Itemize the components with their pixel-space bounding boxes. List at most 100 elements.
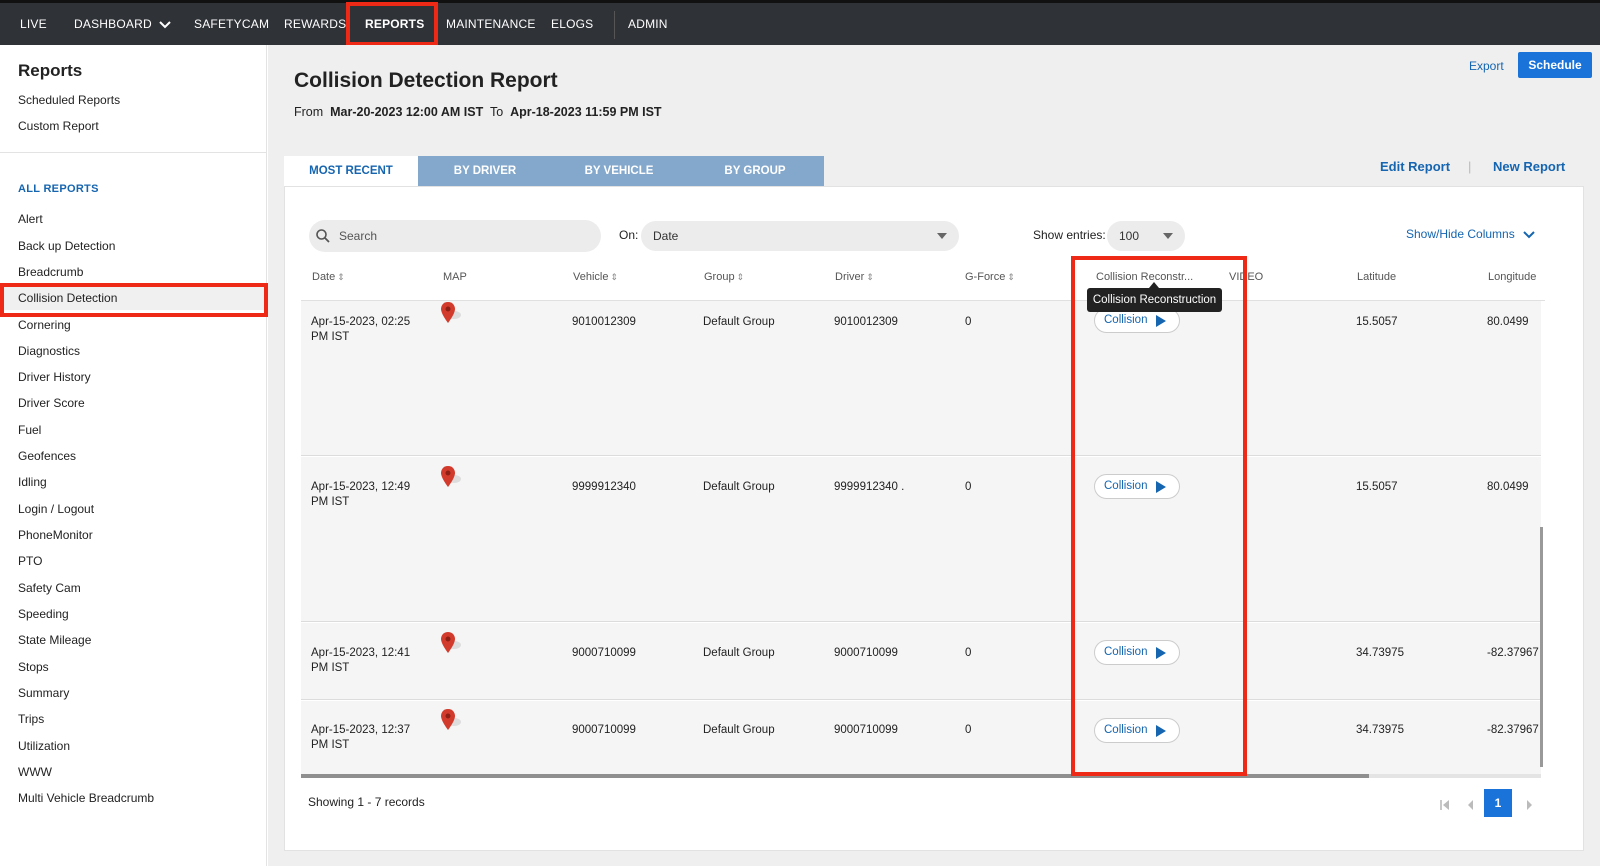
first-page-icon[interactable] xyxy=(1439,799,1451,811)
nav-reports[interactable]: REPORTS xyxy=(365,3,424,45)
sidebar-item-backup-detection[interactable]: Back up Detection xyxy=(18,239,115,253)
tab-by-vehicle[interactable]: BY VEHICLE xyxy=(552,156,686,186)
map-pin-icon[interactable] xyxy=(439,631,463,657)
sidebar-item-idling[interactable]: Idling xyxy=(18,475,47,489)
col-group[interactable]: Group ⇕ xyxy=(704,271,744,283)
sidebar-item-collision-detection[interactable]: Collision Detection xyxy=(18,291,117,305)
to-label: To xyxy=(489,105,504,119)
nav-dashboard[interactable]: DASHBOARD xyxy=(74,3,172,45)
row-group: Default Group xyxy=(703,647,775,659)
map-pin-icon[interactable] xyxy=(439,708,463,734)
row-date-text: Apr-15-2023, 12:41 xyxy=(311,647,411,659)
vertical-scrollbar[interactable] xyxy=(1540,527,1543,767)
table-row: Apr-15-2023, 12:41 PM IST 9000710099 Defa… xyxy=(301,623,1541,700)
sidebar-item-www[interactable]: WWW xyxy=(18,765,52,779)
collision-button-label: Collision xyxy=(1104,646,1148,658)
sidebar-item-alert[interactable]: Alert xyxy=(18,212,43,226)
sidebar-item-speeding[interactable]: Speeding xyxy=(18,607,69,621)
col-collision-reconstruction[interactable]: Collision Reconstr... xyxy=(1096,271,1193,283)
row-date: Apr-15-2023, 12:37 PM IST xyxy=(311,723,410,753)
schedule-button[interactable]: Schedule xyxy=(1518,52,1592,78)
tab-most-recent[interactable]: MOST RECENT xyxy=(284,156,418,186)
col-driver-label: Driver xyxy=(835,271,865,283)
row-latitude: 34.73975 xyxy=(1356,724,1404,736)
sidebar-item-cornering[interactable]: Cornering xyxy=(18,318,71,332)
col-date[interactable]: Date ⇕ xyxy=(312,271,345,283)
sidebar-item-stops[interactable]: Stops xyxy=(18,660,49,674)
nav-admin[interactable]: ADMIN xyxy=(628,3,668,45)
col-video: VIDEO xyxy=(1229,271,1264,283)
row-driver: 9000710099 xyxy=(834,724,898,736)
play-icon xyxy=(1156,315,1166,327)
row-latitude: 15.5057 xyxy=(1356,481,1398,493)
sidebar-item-phonemonitor[interactable]: PhoneMonitor xyxy=(18,528,93,542)
table-row: Apr-15-2023, 12:49 PM IST 9999912340 Defa… xyxy=(301,457,1541,622)
date-field-value: Date xyxy=(653,229,679,243)
tab-by-group[interactable]: BY GROUP xyxy=(686,156,824,186)
sidebar-item-summary[interactable]: Summary xyxy=(18,686,69,700)
sidebar-item-login-logout[interactable]: Login / Logout xyxy=(18,502,94,516)
on-label: On: xyxy=(619,228,639,242)
map-pin-icon[interactable] xyxy=(439,301,463,327)
nav-dashboard-label: DASHBOARD xyxy=(74,17,152,31)
next-page-icon[interactable] xyxy=(1523,799,1535,811)
nav-safetycam[interactable]: SAFETYCAM xyxy=(194,3,269,45)
page-1-button[interactable]: 1 xyxy=(1484,789,1512,817)
row-gforce: 0 xyxy=(965,481,972,493)
sidebar-item-safety-cam[interactable]: Safety Cam xyxy=(18,581,81,595)
sidebar-item-breadcrumb[interactable]: Breadcrumb xyxy=(18,265,83,279)
row-driver: 9010012309 xyxy=(834,316,898,328)
sort-icon: ⇕ xyxy=(866,272,874,282)
sidebar-item-utilization[interactable]: Utilization xyxy=(18,739,70,753)
nav-live[interactable]: LIVE xyxy=(20,3,47,45)
search-input[interactable]: Search xyxy=(309,220,601,252)
nav-rewards[interactable]: REWARDS xyxy=(284,3,346,45)
collision-button[interactable]: Collision xyxy=(1094,640,1180,665)
sidebar-link-scheduled-reports[interactable]: Scheduled Reports xyxy=(18,93,120,107)
row-latitude: 34.73975 xyxy=(1356,647,1404,659)
col-vehicle[interactable]: Vehicle ⇕ xyxy=(573,271,618,283)
row-longitude: 80.0499 xyxy=(1487,316,1529,328)
collision-button[interactable]: Collision xyxy=(1094,474,1180,499)
col-longitude: Longitude xyxy=(1488,271,1537,283)
sort-icon: ⇕ xyxy=(736,272,745,282)
map-pin-icon[interactable] xyxy=(439,465,463,491)
collision-button[interactable]: Collision xyxy=(1094,718,1180,743)
sidebar-item-multi-vehicle-breadcrumb[interactable]: Multi Vehicle Breadcrumb xyxy=(18,791,154,805)
sidebar-item-driver-history[interactable]: Driver History xyxy=(18,370,91,384)
sidebar-item-trips[interactable]: Trips xyxy=(18,712,44,726)
nav-elogs[interactable]: ELOGS xyxy=(551,3,593,45)
col-gforce[interactable]: G-Force ⇕ xyxy=(965,271,1015,283)
date-range: From Mar-20-2023 12:00 AM IST To Apr-18-… xyxy=(294,105,662,119)
sidebar-link-custom-report[interactable]: Custom Report xyxy=(18,119,99,133)
col-latitude: Latitude xyxy=(1357,271,1397,283)
collision-button-label: Collision xyxy=(1104,480,1148,492)
show-hide-columns[interactable]: Show/Hide Columns xyxy=(1406,227,1536,241)
row-date-text: Apr-15-2023, 02:25 xyxy=(311,316,411,328)
date-field-select[interactable]: Date xyxy=(641,221,959,251)
sidebar-item-state-mileage[interactable]: State Mileage xyxy=(18,633,91,647)
sidebar-item-fuel[interactable]: Fuel xyxy=(18,423,41,437)
row-gforce: 0 xyxy=(965,724,972,736)
tab-by-driver[interactable]: BY DRIVER xyxy=(418,156,552,186)
export-link[interactable]: Export xyxy=(1469,59,1504,73)
new-report-link[interactable]: New Report xyxy=(1493,159,1565,174)
sidebar-item-pto[interactable]: PTO xyxy=(18,554,42,568)
row-date: Apr-15-2023, 12:49 PM IST xyxy=(311,480,410,510)
caret-down-icon xyxy=(1163,233,1173,239)
nav-maintenance[interactable]: MAINTENANCE xyxy=(446,3,536,45)
show-entries-select[interactable]: 100 xyxy=(1107,221,1185,251)
sidebar-item-diagnostics[interactable]: Diagnostics xyxy=(18,344,80,358)
show-hide-label: Show/Hide Columns xyxy=(1406,227,1515,241)
row-latitude: 15.5057 xyxy=(1356,316,1398,328)
edit-report-link[interactable]: Edit Report xyxy=(1380,159,1450,174)
row-driver: 9999912340 . xyxy=(834,481,905,493)
sidebar-item-geofences[interactable]: Geofences xyxy=(18,449,76,463)
row-date-text: Apr-15-2023, 12:49 xyxy=(311,481,411,493)
sidebar-item-driver-score[interactable]: Driver Score xyxy=(18,396,85,410)
prev-page-icon[interactable] xyxy=(1465,799,1477,811)
col-driver[interactable]: Driver ⇕ xyxy=(835,271,874,283)
caret-down-icon xyxy=(937,233,947,239)
main-content: Collision Detection Report From Mar-20-2… xyxy=(268,45,1600,866)
horizontal-scrollbar-thumb[interactable] xyxy=(301,774,1369,778)
